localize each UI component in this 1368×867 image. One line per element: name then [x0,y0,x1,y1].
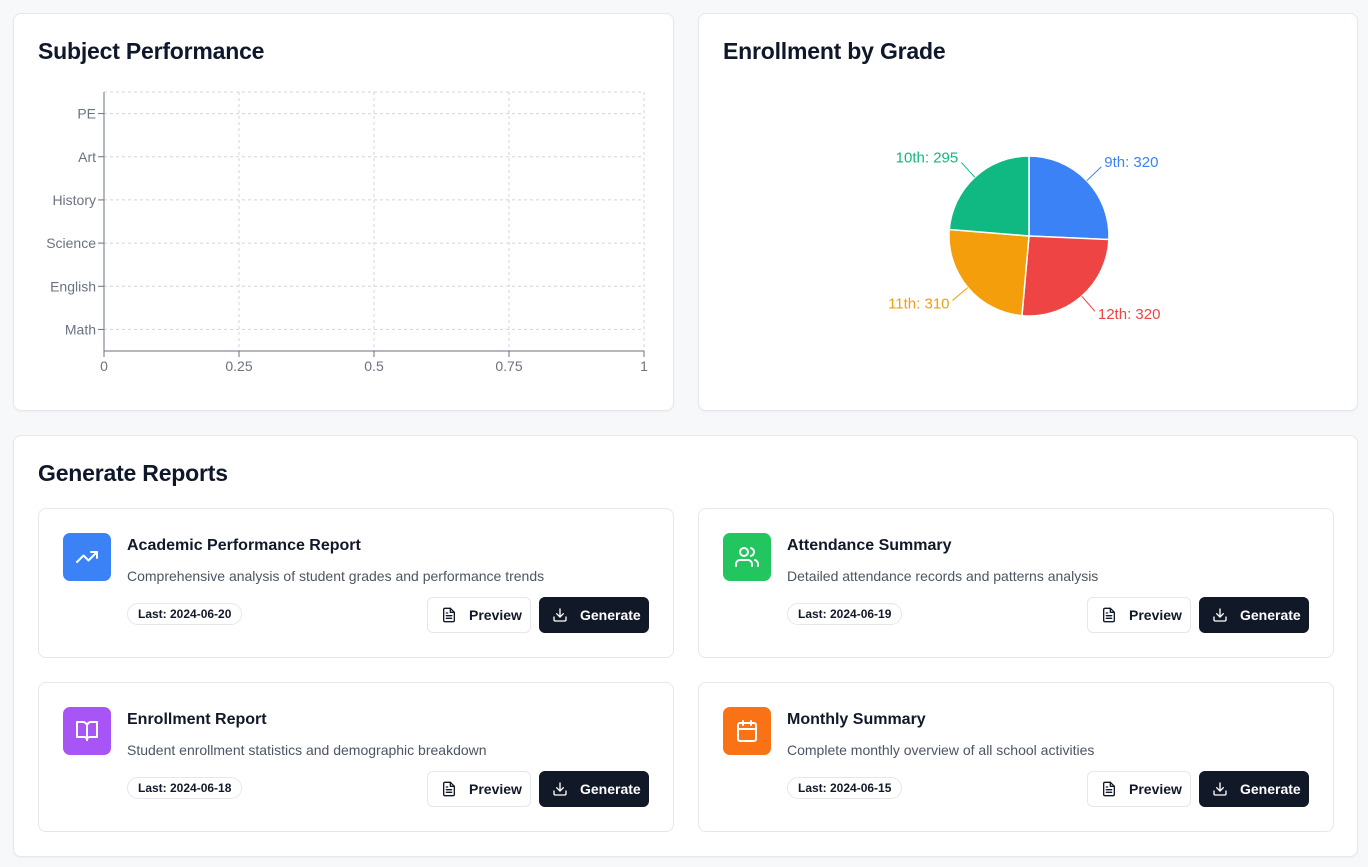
y-tick-label: History [52,192,96,208]
generate-reports-card: Generate Reports Academic Performance Re… [13,435,1358,857]
preview-button[interactable]: Preview [427,771,531,807]
report-icon-tile [723,707,771,755]
y-tick-label: Math [65,321,96,337]
y-tick-label: Art [78,149,96,165]
generate-label: Generate [580,607,641,623]
report-card-academic-performance: Academic Performance Report Comprehensiv… [38,508,674,658]
y-tick-label: English [50,278,96,294]
calendar-icon [737,720,757,742]
pie-label: 11th: 310 [888,295,949,312]
x-tick-label: 0.5 [364,358,384,374]
generate-button[interactable]: Generate [539,597,649,633]
pie-label-line [960,162,976,178]
generate-reports-title: Generate Reports [38,460,228,486]
preview-label: Preview [1129,607,1182,623]
pie-label-line [1086,166,1102,182]
enrollment-by-grade-card: Enrollment by Grade 9th: 320 12th: 320 11t… [698,13,1358,411]
report-title: Academic Performance Report [127,537,361,554]
pie-slice [948,155,1030,237]
generate-label: Generate [1240,781,1301,797]
pie-slice [1028,155,1110,241]
y-tick-label: Science [46,235,96,251]
x-tick-label: 0.25 [225,358,252,374]
report-description: Student enrollment statistics and demogr… [127,742,487,758]
last-generated-badge: Last: 2024-06-15 [787,777,903,799]
report-icon-tile [63,533,111,581]
generate-label: Generate [580,781,641,797]
report-description: Detailed attendance records and patterns… [787,568,1099,584]
download-icon [1213,608,1227,622]
report-icon-tile [723,533,771,581]
pie-slice [948,228,1030,317]
x-tick-label: 0.75 [495,358,522,374]
generate-label: Generate [1240,607,1301,623]
users-icon [735,547,759,567]
last-generated-badge: Last: 2024-06-19 [787,603,903,625]
download-icon [553,782,567,796]
report-title: Monthly Summary [787,711,926,728]
book-open-icon [76,721,98,741]
generate-button[interactable]: Generate [1199,771,1309,807]
file-text-icon [443,607,455,623]
report-card-enrollment-report: Enrollment Report Student enrollment sta… [38,682,674,832]
report-description: Comprehensive analysis of student grades… [127,568,545,584]
file-text-icon [1103,781,1115,797]
pie-label: 10th: 295 [896,149,959,166]
download-icon [1213,782,1227,796]
plot-area: 0 0.25 0.5 0.75 1 Math English Science History Ar… [46,91,648,374]
pie-label: 12th: 320 [1098,306,1161,323]
preview-label: Preview [1129,781,1182,797]
report-card-attendance-summary: Attendance Summary Detailed attendance r… [698,508,1334,658]
report-card-monthly-summary: Monthly Summary Complete monthly overvie… [698,682,1334,832]
x-tick-label: 1 [640,358,648,374]
enrollment-pie-chart: 9th: 320 12th: 320 11th: 310 10th: 295 [888,149,1160,323]
y-tick-label: PE [77,106,96,122]
download-icon [553,608,567,622]
subject-performance-chart: 0 0.25 0.5 0.75 1 Math English Science History Ar… [46,91,648,374]
preview-label: Preview [469,781,522,797]
pie-label: 9th: 320 [1104,154,1158,171]
pie-label-line [952,287,969,301]
report-title: Attendance Summary [787,537,952,554]
last-generated-badge: Last: 2024-06-20 [127,603,243,625]
preview-label: Preview [469,607,522,623]
subject-performance-card: Subject Performance 0 0.25 0.5 0.75 1 Math Eng… [13,13,674,411]
x-tick-label: 0 [100,358,108,374]
last-generated-badge: Last: 2024-06-18 [127,777,243,799]
preview-button[interactable]: Preview [1087,771,1191,807]
report-description: Complete monthly overview of all school … [787,742,1095,758]
file-text-icon [1103,607,1115,623]
preview-button[interactable]: Preview [1087,597,1191,633]
pie-label-line [1081,295,1096,312]
trending-up-icon [76,551,98,563]
report-title: Enrollment Report [127,711,267,728]
preview-button[interactable]: Preview [427,597,531,633]
generate-button[interactable]: Generate [539,771,649,807]
report-icon-tile [63,707,111,755]
pie-slice [1021,235,1110,317]
file-text-icon [443,781,455,797]
pie-group: 9th: 320 12th: 320 11th: 310 10th: 295 [888,149,1160,323]
generate-button[interactable]: Generate [1199,597,1309,633]
